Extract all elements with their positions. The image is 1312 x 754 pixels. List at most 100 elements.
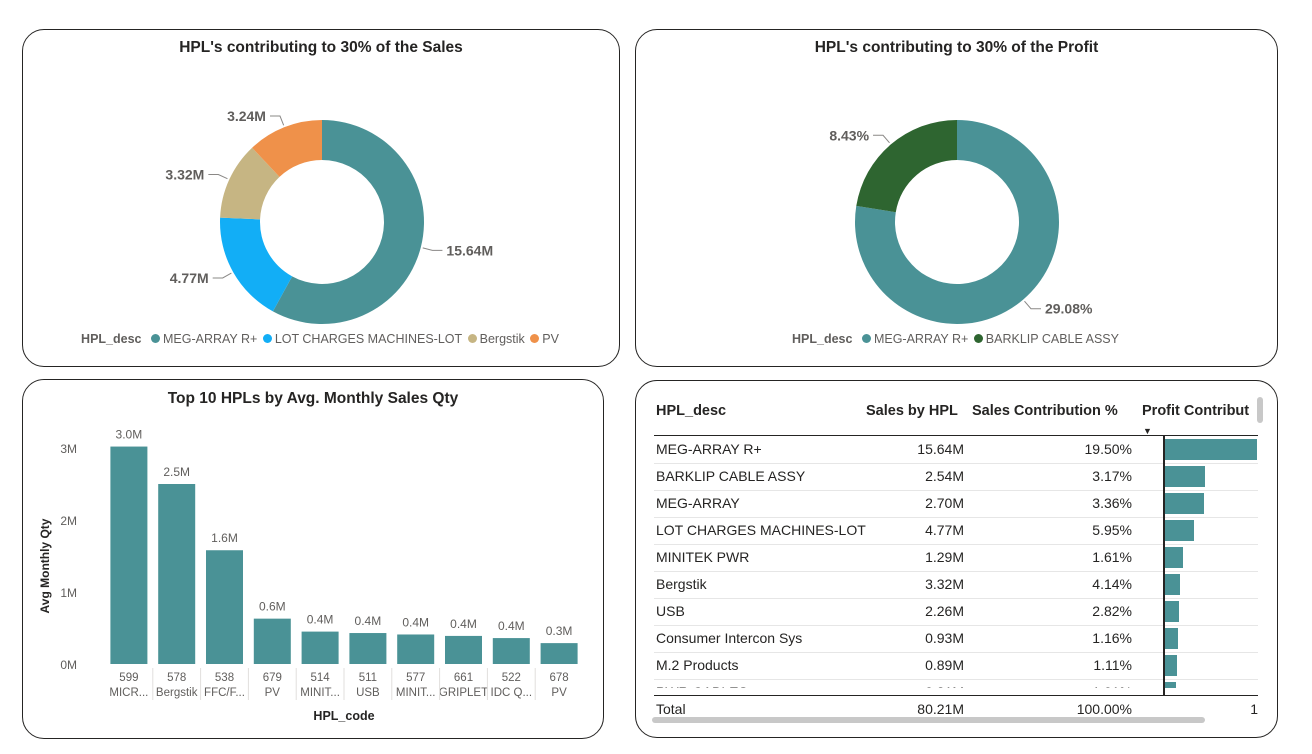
legend-item[interactable]: BARKLIP CABLE ASSY (973, 332, 1119, 346)
x-tick-label: 678 (550, 672, 569, 684)
sales-donut-legend: HPL_desc MEG-ARRAY R+ LOT CHARGES MACHIN… (23, 332, 619, 346)
cell-pct: 3.17% (1092, 468, 1132, 484)
x-tick-sublabel: USB (356, 687, 380, 699)
legend-item[interactable]: MEG-ARRAY R+ (150, 332, 258, 346)
profit-donut-chart: 29.08% 8.43% (829, 120, 1093, 324)
horizontal-scrollbar[interactable] (652, 717, 1205, 723)
cell-sales: 0.81M (925, 684, 964, 688)
table-row[interactable]: MEG-ARRAY 2.70M 3.36% (654, 490, 1258, 518)
legend-dot (973, 334, 983, 343)
bar-data-label: 0.3M (546, 624, 573, 638)
col-header-desc[interactable]: HPL_desc (656, 403, 726, 419)
y-tick-label: 2M (60, 514, 77, 528)
profit-donut-legend: HPL_desc MEG-ARRAY R+ BARKLIP CABLE ASSY (636, 332, 1277, 346)
col-header-sales[interactable]: Sales by HPL (866, 403, 958, 419)
legend-label: Bergstik (479, 332, 525, 346)
bar[interactable] (206, 550, 243, 664)
bar[interactable] (492, 638, 530, 664)
legend-item[interactable]: PV (530, 332, 559, 346)
cell-sales: 3.32M (925, 576, 964, 592)
x-tick-sublabel: PV (551, 687, 567, 699)
legend-dot (150, 334, 160, 343)
cell-desc: M.2 Products (656, 657, 739, 673)
legend-dot (861, 334, 871, 343)
bar[interactable] (349, 633, 387, 664)
x-tick-label: 511 (359, 672, 377, 684)
vertical-scrollbar[interactable] (1257, 397, 1263, 423)
total-label: Total (656, 701, 686, 717)
legend-item[interactable]: LOT CHARGES MACHINES-LOT (262, 332, 462, 346)
table-row[interactable]: MINITEK PWR 1.29M 1.61% (654, 544, 1258, 572)
table-row[interactable]: M.2 Products 0.89M 1.11% (654, 652, 1258, 680)
y-axis-label: Avg Monthly Qty (38, 518, 52, 613)
table-row[interactable]: Bergstik 3.32M 4.14% (654, 571, 1258, 599)
profit-bar (1165, 493, 1204, 514)
cell-desc: MEG-ARRAY (656, 495, 740, 511)
bar[interactable] (158, 484, 196, 664)
cell-sales: 0.93M (925, 630, 964, 646)
legend-label: MEG-ARRAY R+ (162, 332, 258, 346)
bar[interactable] (301, 631, 339, 664)
slice-data-label: 8.43% (829, 127, 869, 143)
donut-slice[interactable] (856, 120, 957, 213)
legend-label: MEG-ARRAY R+ (873, 332, 969, 346)
col-header-profit[interactable]: Profit Contribut (1142, 403, 1249, 419)
col-header-pct[interactable]: Sales Contribution % (972, 403, 1118, 419)
x-tick-sublabel: GRIPLET (439, 687, 488, 699)
table-row[interactable]: Consumer Intercon Sys 0.93M 1.16% (654, 625, 1258, 653)
x-tick-sublabel: Bergstik (156, 687, 198, 699)
legend-item[interactable]: MEG-ARRAY R+ (861, 332, 969, 346)
table-row[interactable]: PWR CABLES 0.81M 1.01% (654, 679, 1258, 688)
legend-dot (530, 334, 540, 343)
cell-pct: 5.95% (1092, 522, 1132, 538)
table-row[interactable]: MEG-ARRAY R+ 15.64M 19.50% (654, 436, 1258, 464)
x-tick-sublabel: MINIT... (300, 687, 340, 699)
x-tick-label: 599 (119, 672, 138, 684)
x-tick-label: 522 (502, 672, 521, 684)
leader-line (212, 272, 232, 279)
legend-dot (262, 334, 272, 343)
bar[interactable] (445, 635, 482, 664)
cell-pct: 4.14% (1092, 576, 1132, 592)
y-tick-label: 1M (60, 586, 77, 600)
bar[interactable] (397, 634, 435, 664)
sort-desc-icon[interactable]: ▼ (1143, 426, 1152, 436)
sales-donut-title: HPL's contributing to 30% of the Sales (179, 39, 463, 56)
bar-data-label: 1.6M (211, 531, 238, 545)
x-tick-sublabel: PV (265, 687, 281, 699)
cell-sales: 1.29M (925, 549, 964, 565)
table-row[interactable]: LOT CHARGES MACHINES-LOT 4.77M 5.95% (654, 517, 1258, 545)
cell-pct: 1.16% (1092, 630, 1132, 646)
x-tick-label: 538 (215, 672, 234, 684)
bar-chart: 0M 1M 2M 3M Avg Monthly Qty 3.0M 599 MICR... 2.5… (38, 428, 578, 723)
bar-data-label: 0.4M (402, 615, 429, 629)
profit-bar (1165, 520, 1194, 541)
profit-bar (1165, 547, 1183, 568)
x-tick-sublabel: MINIT... (396, 687, 436, 699)
table-row[interactable]: BARKLIP CABLE ASSY 2.54M 3.17% (654, 463, 1258, 491)
cell-sales: 15.64M (917, 441, 964, 457)
leader-line (208, 174, 228, 180)
y-tick-label: 0M (60, 658, 77, 672)
cell-sales: 2.26M (925, 603, 964, 619)
x-tick-label: 679 (263, 672, 282, 684)
bar[interactable] (253, 618, 291, 664)
sales-donut-chart: 15.64M 4.77M 3.32M 3.24M (165, 108, 493, 324)
table-header: HPL_desc Sales by HPL Sales Contribution… (654, 395, 1258, 436)
table-row[interactable]: USB 2.26M 2.82% (654, 598, 1258, 626)
legend-label: PV (542, 332, 559, 346)
cell-sales: 2.54M (925, 468, 964, 484)
bar[interactable] (110, 446, 148, 664)
bar[interactable] (540, 643, 578, 664)
cell-desc: PWR CABLES (656, 684, 748, 688)
bar-data-label: 0.4M (355, 614, 382, 628)
slice-data-label: 15.64M (446, 242, 493, 258)
profit-bar (1165, 601, 1179, 622)
cell-sales: 0.89M (925, 657, 964, 673)
legend-item[interactable]: Bergstik (467, 332, 525, 346)
cell-sales: 2.70M (925, 495, 964, 511)
cell-sales: 4.77M (925, 522, 964, 538)
slice-data-label: 3.24M (227, 108, 266, 124)
leader-line (1024, 300, 1041, 310)
x-tick-label: 578 (167, 672, 186, 684)
